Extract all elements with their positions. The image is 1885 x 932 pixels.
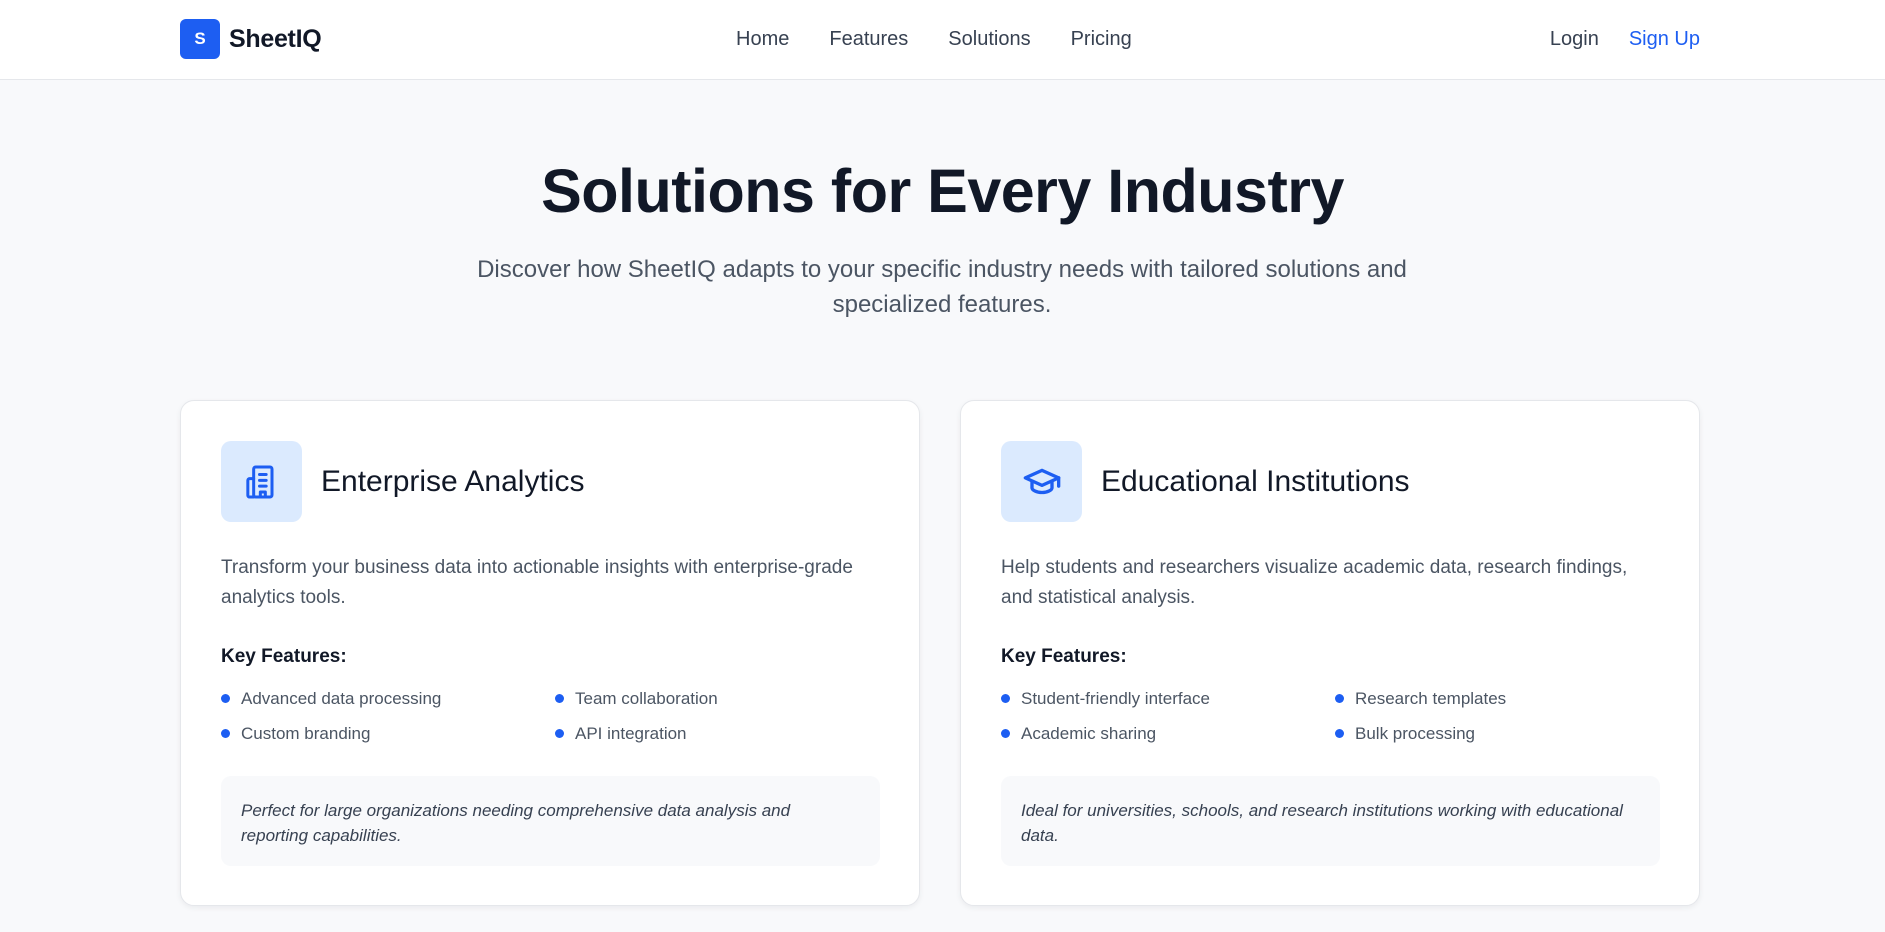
nav-home[interactable]: Home: [736, 28, 789, 51]
bullet-icon: [221, 729, 230, 738]
signup-link[interactable]: Sign Up: [1629, 28, 1700, 51]
card-title: Educational Institutions: [1101, 465, 1410, 498]
feature-label: API integration: [575, 723, 687, 743]
feature-label: Research templates: [1355, 688, 1507, 708]
card-note: Ideal for universities, schools, and res…: [1001, 776, 1660, 866]
feature-item: Research templates: [1335, 688, 1655, 709]
feature-item: Academic sharing: [1001, 723, 1335, 744]
feature-item: Student-friendly interface: [1001, 688, 1335, 709]
feature-label: Custom branding: [241, 723, 371, 743]
brand[interactable]: S SheetIQ: [180, 19, 322, 59]
feature-item: Advanced data processing: [221, 688, 555, 709]
login-link[interactable]: Login: [1550, 28, 1599, 51]
card-note: Perfect for large organizations needing …: [221, 776, 880, 866]
card-title: Enterprise Analytics: [321, 465, 585, 498]
main-nav: Home Features Solutions Pricing: [736, 28, 1132, 51]
nav-features[interactable]: Features: [829, 28, 908, 51]
bullet-icon: [555, 694, 564, 703]
feature-list: Student-friendly interface Research temp…: [1001, 688, 1661, 744]
brand-name[interactable]: SheetIQ: [229, 25, 322, 54]
nav-pricing[interactable]: Pricing: [1071, 28, 1132, 51]
feature-label: Advanced data processing: [241, 688, 442, 708]
feature-label: Academic sharing: [1021, 723, 1157, 743]
feature-item: Team collaboration: [555, 688, 875, 709]
nav-solutions[interactable]: Solutions: [948, 28, 1030, 51]
key-features-label: Key Features:: [221, 646, 347, 667]
navbar: S SheetIQ Home Features Solutions Pricin…: [0, 0, 1885, 80]
bullet-icon: [555, 729, 564, 738]
feature-list: Advanced data processing Team collaborat…: [221, 688, 881, 744]
auth-links: Login Sign Up: [1550, 28, 1700, 51]
bullet-icon: [1335, 729, 1344, 738]
feature-item: Bulk processing: [1335, 723, 1655, 744]
solution-card-enterprise: Enterprise Analytics Transform your busi…: [180, 400, 920, 906]
bullet-icon: [1335, 694, 1344, 703]
feature-label: Team collaboration: [575, 688, 718, 708]
page-subtitle: Discover how SheetIQ adapts to your spec…: [477, 256, 1407, 318]
feature-item: Custom branding: [221, 723, 555, 744]
bullet-icon: [1001, 729, 1010, 738]
page-title: Solutions for Every Industry: [541, 157, 1344, 225]
key-features-label: Key Features:: [1001, 646, 1127, 667]
building-icon: [221, 441, 302, 522]
graduation-cap-icon: [1001, 441, 1082, 522]
feature-label: Student-friendly interface: [1021, 688, 1210, 708]
card-description: Transform your business data into action…: [221, 557, 853, 608]
bullet-icon: [221, 694, 230, 703]
brand-logo[interactable]: S: [180, 19, 220, 59]
solution-card-education: Educational Institutions Help students a…: [960, 400, 1700, 906]
feature-label: Bulk processing: [1355, 723, 1476, 743]
card-description: Help students and researchers visualize …: [1001, 557, 1628, 608]
bullet-icon: [1001, 694, 1010, 703]
feature-item: API integration: [555, 723, 875, 744]
